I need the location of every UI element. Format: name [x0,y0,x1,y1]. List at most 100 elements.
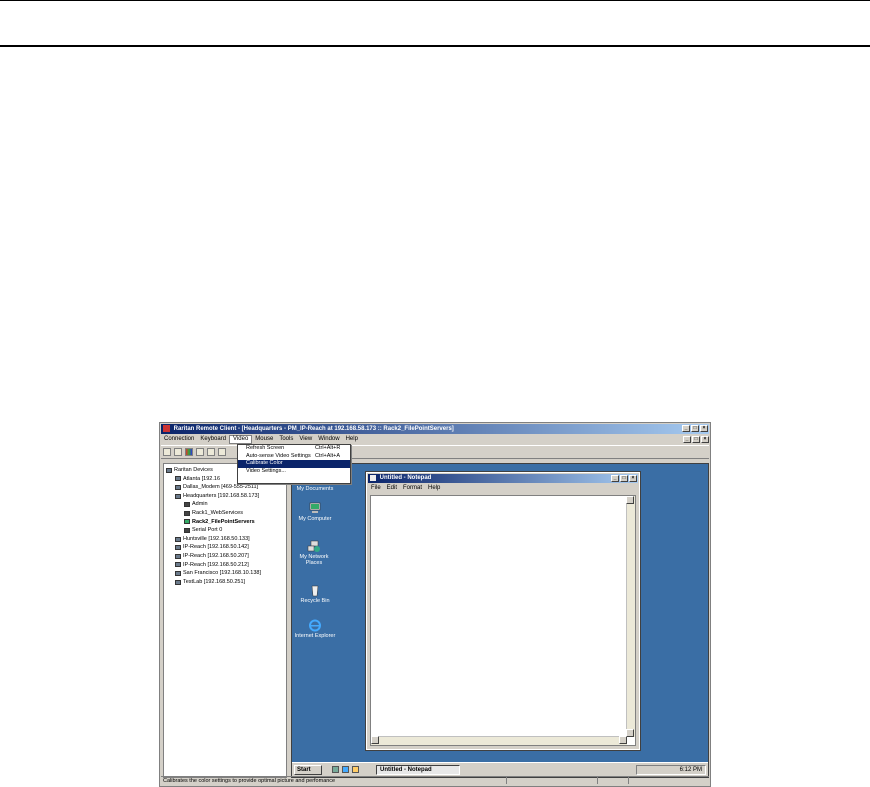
tree-item-label: Rack2_FilePointServers [192,518,255,525]
scroll-up-button[interactable] [626,496,634,504]
app-icon [163,425,170,432]
notepad-minimize-button[interactable]: _ [611,475,619,482]
tree-item-label: IP-Reach [192.168.50.207] [183,552,249,559]
properties-icon[interactable] [174,448,182,456]
tree-item[interactable]: IP-Reach [192.168.50.142] [164,543,286,552]
system-tray: 6:12 PM [636,765,706,775]
tree-item[interactable]: Huntsville [192.168.50.133] [164,535,286,544]
status-panel [506,777,597,784]
scroll-left-button[interactable] [371,736,379,744]
device-icon [175,562,181,568]
notepad-titlebar[interactable]: Untitled - Notepad _ □ × [368,474,638,483]
notepad-vertical-scrollbar[interactable] [626,496,635,737]
tree-item[interactable]: TestLab [192.168.50.251] [164,578,286,587]
remote-taskbar: Start Untitled - Notepad 6:12 PM [292,762,708,777]
top-rule [0,0,870,1]
tree-item-label: Admin [192,501,208,508]
tree-item[interactable]: Dallas_Modem [469-555-2511] [164,483,286,492]
notepad-menu-edit[interactable]: Edit [384,484,400,493]
menu-connection[interactable]: Connection [161,435,197,444]
show-desktop-icon[interactable] [332,766,339,773]
tree-item-label: Headquarters [192.168.58.173] [183,492,260,499]
menu-item-refresh-screen[interactable]: Refresh Screen Ctrl+Alt+R [238,445,350,453]
taskbar-notepad-button[interactable]: Untitled - Notepad [376,765,460,775]
outlook-quicklaunch-icon[interactable] [352,766,359,773]
status-text: Calibrates the color settings to provide… [163,778,336,784]
device-tree: Raritan Devices Atlanta [192.16 Dallas_Mod… [163,463,287,778]
maximize-button[interactable]: □ [691,425,699,432]
menu-window[interactable]: Window [315,435,342,444]
device-icon [175,579,181,585]
tree-item-label: Dallas_Modem [469-555-2511] [183,484,259,491]
device-icon [175,476,181,482]
tree-item-label: Atlanta [192.16 [183,475,221,482]
mdi-close-button[interactable]: × [701,436,709,443]
device-icon [175,570,181,576]
tree-item-label: Rack1_WebServices [192,509,243,516]
notepad-title: Untitled - Notepad [379,475,432,481]
menu-video[interactable]: Video [229,435,253,444]
tree-item-label: San Francisco [192.168.10.138] [183,570,261,577]
menu-keyboard[interactable]: Keyboard [197,435,229,444]
desktop-icon-recycle-bin[interactable]: Recycle Bin [294,584,336,604]
tree-item[interactable]: Headquarters [192.168.58.173] [164,492,286,501]
scroll-down-button[interactable] [626,729,634,737]
notepad-text-area[interactable] [370,495,636,746]
ie-quicklaunch-icon[interactable] [342,766,349,773]
port-icon [184,510,190,516]
device-icon [175,493,181,499]
mdi-minimize-button[interactable]: _ [683,436,691,443]
menu-item-auto-sense-video[interactable]: Auto-sense Video Settings Ctrl+Alt+A [238,453,350,461]
remote-desktop-view[interactable]: My Documents My Computer My Network Plac… [291,463,709,778]
device-icon [175,545,181,551]
status-panel [628,777,709,784]
tree-item[interactable]: Rack2_FilePointServers [164,518,286,527]
menu-help[interactable]: Help [343,435,361,444]
new-connection-icon[interactable] [163,448,171,456]
video-menu-dropdown: Refresh Screen Ctrl+Alt+R Auto-sense Vid… [237,444,351,484]
window-titlebar[interactable]: Raritan Remote Client - [Headquarters - … [161,424,709,434]
internet-explorer-icon [309,619,321,632]
notepad-menu-format[interactable]: Format [400,484,425,493]
mdi-restore-button[interactable]: □ [692,436,700,443]
menu-tools[interactable]: Tools [276,435,296,444]
notepad-window: Untitled - Notepad _ □ × File Edit Forma… [365,471,641,751]
status-panel [597,777,628,784]
color-calibrate-icon[interactable] [185,448,193,456]
menu-view[interactable]: View [296,435,315,444]
menu-item-calibrate-color[interactable]: Calibrate Color [238,460,350,468]
scroll-right-button[interactable] [619,736,627,744]
notepad-horizontal-scrollbar[interactable] [371,736,627,745]
settings-icon[interactable] [218,448,226,456]
device-icon [175,553,181,559]
desktop-icon-my-network-places[interactable]: My Network Places [294,540,334,566]
minimize-button[interactable]: _ [682,425,690,432]
device-icon [175,484,181,490]
tree-item[interactable]: IP-Reach [192.168.50.207] [164,552,286,561]
notepad-maximize-button[interactable]: □ [620,475,628,482]
tree-item[interactable]: San Francisco [192.168.10.138] [164,569,286,578]
tree-item[interactable]: Admin [164,500,286,509]
tree-item[interactable]: Serial Port 0 [164,526,286,535]
computer-icon [309,502,321,513]
start-button[interactable]: Start [294,765,322,775]
tree-item-label: IP-Reach [192.168.50.142] [183,544,249,551]
notepad-close-button[interactable]: × [629,475,637,482]
device-icon [166,467,172,473]
port-icon [184,502,190,508]
port-icon [184,519,190,525]
desktop-icon-my-computer[interactable]: My Computer [294,502,336,522]
menu-mouse[interactable]: Mouse [252,435,276,444]
port-icon [184,527,190,533]
menu-item-video-settings[interactable]: Video Settings... [238,468,350,476]
header-rule [0,45,870,47]
notepad-menu-file[interactable]: File [368,484,384,493]
tree-item[interactable]: Rack1_WebServices [164,509,286,518]
tree-item[interactable]: IP-Reach [192.168.50.212] [164,561,286,570]
desktop-icon-internet-explorer[interactable]: Internet Explorer [294,619,336,639]
sync-mouse-icon[interactable] [196,448,204,456]
close-button[interactable]: × [700,425,708,432]
notepad-icon [370,475,376,481]
refresh-icon[interactable] [207,448,215,456]
notepad-menu-help[interactable]: Help [425,484,443,493]
